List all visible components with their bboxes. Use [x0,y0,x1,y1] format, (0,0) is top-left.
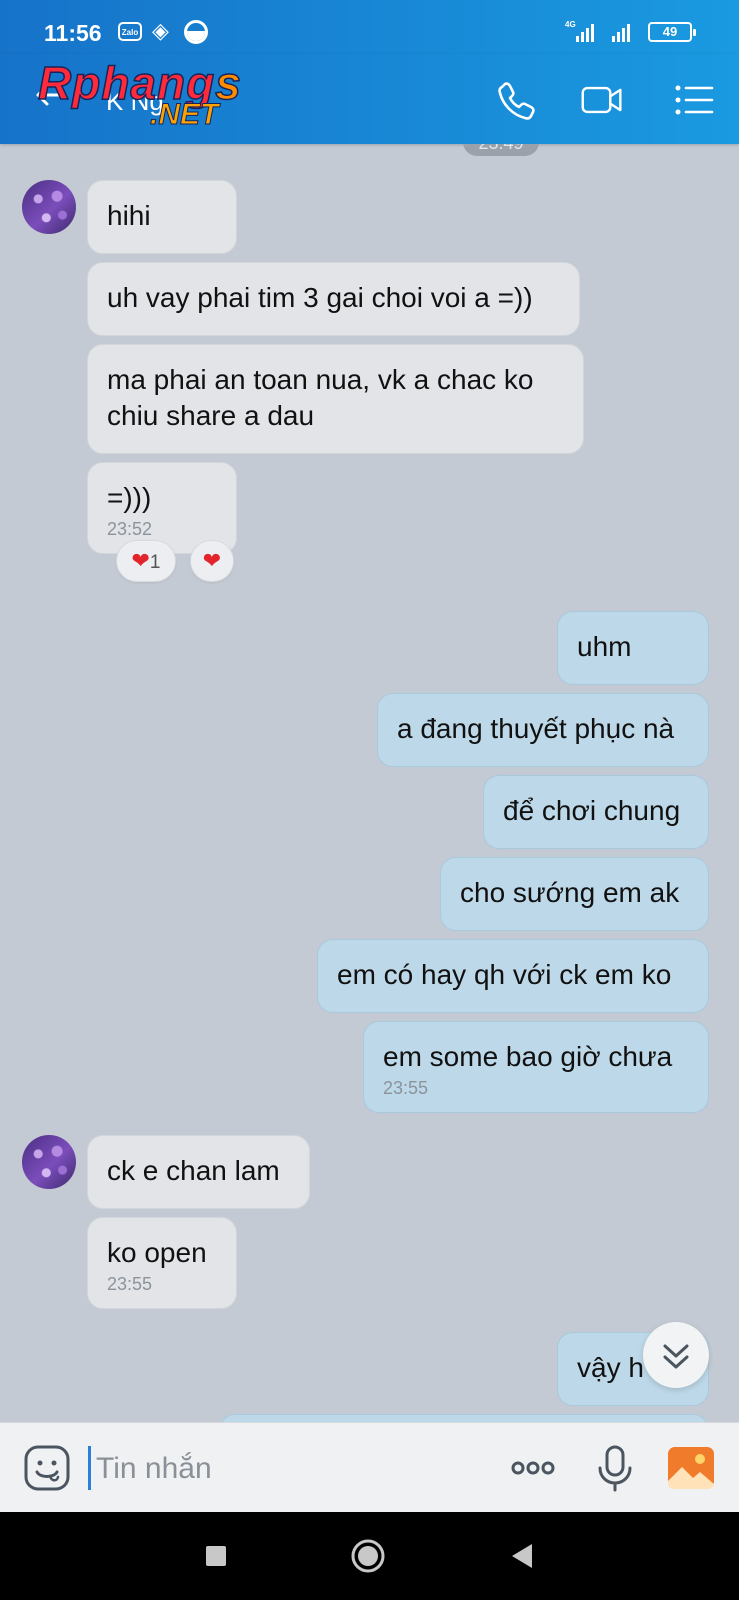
message-bubble-outgoing[interactable]: cho sướng em ak [440,857,709,931]
message-bubble-incoming[interactable]: uh vay phai tim 3 gai choi voi a =)) [87,262,580,336]
back-arrow-icon[interactable] [34,80,64,110]
phone-call-icon[interactable] [494,78,538,122]
reaction-summary[interactable]: ❤1 [116,540,176,582]
message-time: 23:55 [383,1078,429,1098]
zalo-notification-icon: Zalo [118,22,142,41]
system-navigation-bar [0,1512,739,1600]
sticker-emoji-icon[interactable] [22,1443,72,1493]
signal-icon-sim1 [576,22,594,42]
message-time: 23:55 [107,1274,153,1294]
date-separator: 23:49 [463,144,539,156]
network-type-label: 4G [565,20,576,29]
signal-icon-sim2 [612,22,630,42]
data-saver-icon [184,20,208,44]
menu-list-icon[interactable] [672,78,716,122]
double-chevron-down-icon [663,1344,689,1369]
more-options-icon[interactable] [508,1443,558,1493]
message-bubble-incoming[interactable]: ck e chan lam [87,1135,310,1209]
battery-icon: 49 [648,22,696,42]
message-bubble-incoming[interactable]: ko open 23:55 [87,1217,237,1309]
add-reaction-button[interactable]: ❤ [190,540,234,582]
message-bubble-incoming[interactable]: ma phai an toan nua, vk a chac ko chiu s… [87,344,584,454]
recents-square-icon[interactable] [196,1536,236,1576]
contact-avatar[interactable] [22,1135,76,1189]
scroll-to-bottom-button[interactable] [643,1322,709,1388]
text-cursor [88,1446,91,1490]
video-call-icon[interactable] [580,78,624,122]
status-time: 11:56 [44,20,102,46]
message-bubble-outgoing[interactable]: em some bao giờ chưa 23:55 [363,1021,709,1113]
message-bubble-outgoing[interactable] [219,1414,709,1422]
reaction-count: 1 [149,552,161,573]
microphone-icon[interactable] [590,1443,640,1493]
message-input[interactable] [94,1445,478,1493]
contact-avatar[interactable] [22,180,76,234]
contact-name[interactable]: K Ng [106,86,164,117]
message-bubble-outgoing[interactable]: uhm [557,611,709,685]
message-bubble-outgoing[interactable]: để chơi chung [483,775,709,849]
back-triangle-icon[interactable] [502,1536,542,1576]
image-gallery-icon[interactable] [666,1443,716,1493]
message-time: 23:52 [107,519,153,539]
message-bubble-outgoing[interactable]: em có hay qh với ck em ko [317,939,709,1013]
chat-header: K Ng Rphangs .NET [0,54,739,144]
location-diamond-icon: ◈ [152,18,169,43]
heart-icon: ❤ [202,548,222,573]
heart-icon: ❤ [131,548,150,573]
message-bubble-outgoing[interactable]: a đang thuyết phục nà [377,693,709,767]
chat-messages[interactable]: 23:49 hihi uh vay phai tim 3 gai choi vo… [0,144,739,1422]
message-composer [0,1422,739,1513]
message-bubble-incoming[interactable]: hihi [87,180,237,254]
home-circle-icon[interactable] [348,1536,388,1576]
